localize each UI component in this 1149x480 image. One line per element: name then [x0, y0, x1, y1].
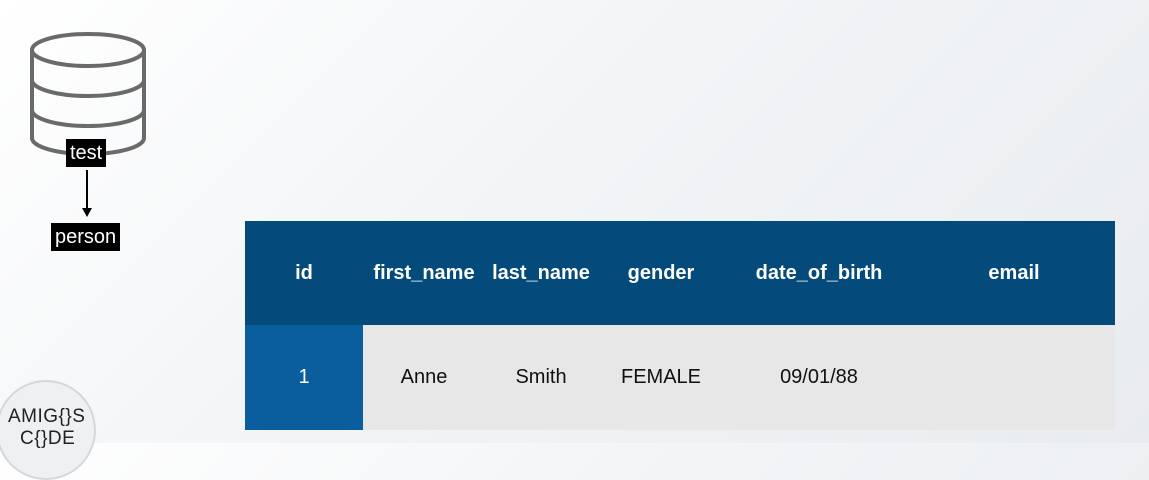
- cell-first-name: Anne: [400, 366, 448, 388]
- database-label: test: [66, 139, 107, 167]
- logo-line-1: AMIG{}S: [8, 406, 86, 427]
- header-gender: gender: [627, 261, 695, 284]
- header-first-name: first_name: [373, 261, 475, 284]
- cell-email: [913, 325, 1115, 430]
- header-id: id: [295, 261, 313, 284]
- cell-date-of-birth: 09/01/88: [780, 366, 858, 388]
- cell-id: 1: [245, 325, 363, 430]
- table-label: person: [51, 223, 121, 251]
- logo: AMIG{}S C{}DE: [8, 406, 85, 450]
- header-email: email: [988, 261, 1040, 284]
- logo-line-2: C{}DE: [20, 428, 76, 449]
- cell-last-name: Smith: [515, 366, 567, 388]
- cell-gender: FEMALE: [620, 366, 702, 388]
- header-last-name: last_name: [492, 261, 590, 284]
- table-header-row: id first_name last_name gender date_of_b…: [245, 221, 1115, 325]
- arrow-down-icon: [82, 170, 92, 217]
- person-table: id first_name last_name gender date_of_b…: [245, 221, 1115, 430]
- table-row: 1 Anne Smith FEMALE 09/01/88: [245, 325, 1115, 430]
- header-date-of-birth: date_of_birth: [755, 261, 883, 284]
